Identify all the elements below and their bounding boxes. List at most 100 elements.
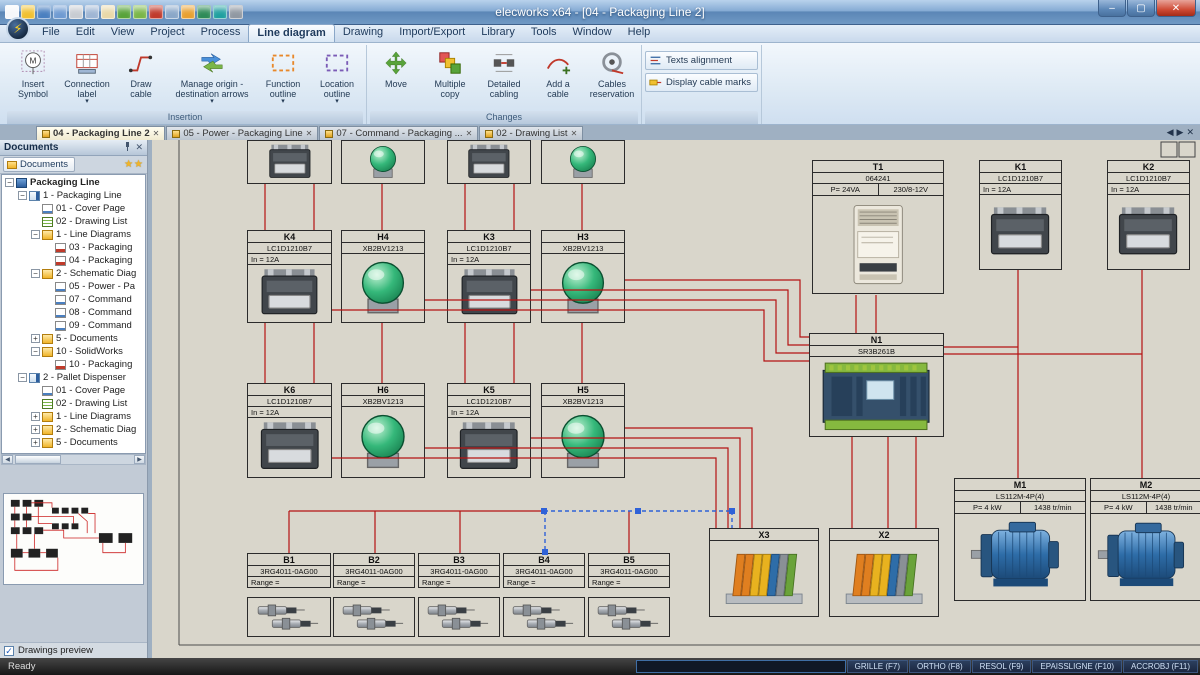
- menu-tab-file[interactable]: File: [34, 24, 68, 42]
- document-tab-04-packaging-line-2[interactable]: 04 - Packaging Line 2✕: [36, 126, 165, 140]
- status-toggle-resol-f9[interactable]: RESOL (F9): [972, 660, 1032, 673]
- ribbon-button-cables-reservation[interactable]: Cables reservation: [586, 45, 638, 110]
- document-tab-05-power-packaging-line[interactable]: 05 - Power - Packaging Line✕: [166, 126, 318, 140]
- collapse-icon[interactable]: −: [31, 269, 40, 278]
- collapse-icon[interactable]: −: [18, 191, 27, 200]
- document-tab-02-drawing-list[interactable]: 02 - Drawing List✕: [479, 126, 583, 140]
- title-bar[interactable]: elecworks x64 - [04 - Packaging Line 2] …: [0, 0, 1200, 25]
- collapse-icon[interactable]: −: [31, 347, 40, 356]
- ribbon-button-texts-alignment[interactable]: Texts alignment: [645, 51, 758, 70]
- drawings-preview-toggle[interactable]: ✓ Drawings preview: [0, 642, 147, 658]
- tree-horizontal-scrollbar[interactable]: ◀ ▶: [1, 454, 146, 465]
- pin-icon[interactable]: [124, 142, 131, 151]
- close-all-tabs-icon[interactable]: ✕: [1186, 127, 1194, 138]
- status-toggle-epaissligne-f10[interactable]: EPAISSLIGNE (F10): [1032, 660, 1122, 673]
- run-icon[interactable]: [197, 5, 211, 19]
- print-preview-icon[interactable]: [85, 5, 99, 19]
- menu-tab-help[interactable]: Help: [620, 24, 659, 42]
- ribbon-button-draw-cable[interactable]: Draw cable: [115, 45, 167, 110]
- tree-item-1-line-diagrams[interactable]: −1 - Line Diagrams: [2, 228, 145, 241]
- menu-tab-process[interactable]: Process: [193, 24, 249, 42]
- tree-item-02-drawing-list[interactable]: 02 - Drawing List: [2, 397, 145, 410]
- tree-item-07-command[interactable]: 07 - Command: [2, 293, 145, 306]
- tree-item-5-documents[interactable]: +5 - Documents: [2, 332, 145, 345]
- tree-item-03-packaging[interactable]: 03 - Packaging: [2, 241, 145, 254]
- menu-tab-project[interactable]: Project: [142, 24, 192, 42]
- tree-item-packaging-line[interactable]: −Packaging Line: [2, 176, 145, 189]
- close-tab-icon[interactable]: ✕: [466, 129, 473, 138]
- refresh-icon[interactable]: [213, 5, 227, 19]
- cut-icon[interactable]: [149, 5, 163, 19]
- tree-item-05-power-pa[interactable]: 05 - Power - Pa: [2, 280, 145, 293]
- expand-icon[interactable]: +: [31, 438, 40, 447]
- collapse-icon[interactable]: −: [18, 373, 27, 382]
- close-button[interactable]: ✕: [1156, 0, 1196, 17]
- ribbon-button-move[interactable]: Move: [370, 45, 422, 110]
- tree-item-2-pallet-dispenser[interactable]: −2 - Pallet Dispenser: [2, 371, 145, 384]
- paste-icon[interactable]: [181, 5, 195, 19]
- close-tab-icon[interactable]: ✕: [571, 129, 578, 138]
- settings-icon[interactable]: [229, 5, 243, 19]
- copy-icon[interactable]: [165, 5, 179, 19]
- tree-item-1-line-diagrams[interactable]: +1 - Line Diagrams: [2, 410, 145, 423]
- panel-close-icon[interactable]: ✕: [135, 142, 143, 153]
- menu-tab-library[interactable]: Library: [473, 24, 523, 42]
- ribbon-button-connection-label[interactable]: Connection label▾: [61, 45, 113, 110]
- expand-icon[interactable]: +: [31, 425, 40, 434]
- tree-item-5-documents[interactable]: +5 - Documents: [2, 436, 145, 449]
- ribbon-button-insert-symbol[interactable]: MInsert Symbol: [7, 45, 59, 110]
- close-tab-icon[interactable]: ✕: [153, 129, 160, 138]
- close-tab-icon[interactable]: ✕: [306, 129, 313, 138]
- maximize-button[interactable]: ▢: [1127, 0, 1155, 17]
- print-icon[interactable]: [69, 5, 83, 19]
- ribbon-button-add-a-cable[interactable]: Add a cable: [532, 45, 584, 110]
- tree-item-1-packaging-line[interactable]: −1 - Packaging Line: [2, 189, 145, 202]
- minimize-button[interactable]: –: [1098, 0, 1126, 17]
- tree-item-2-schematic-diag[interactable]: −2 - Schematic Diag: [2, 267, 145, 280]
- tree-item-10-packaging[interactable]: 10 - Packaging: [2, 358, 145, 371]
- ribbon-button-manage-origin-destination-arrows[interactable]: Manage origin - destination arrows▾: [169, 45, 255, 110]
- tree-item-02-drawing-list[interactable]: 02 - Drawing List: [2, 215, 145, 228]
- wiring-layer[interactable]: [152, 140, 1200, 658]
- tree-item-01-cover-page[interactable]: 01 - Cover Page: [2, 202, 145, 215]
- scroll-right-icon[interactable]: ▶: [134, 455, 145, 464]
- mail-icon[interactable]: [101, 5, 115, 19]
- menu-tab-drawing[interactable]: Drawing: [335, 24, 391, 42]
- tree-item-08-command[interactable]: 08 - Command: [2, 306, 145, 319]
- save-all-icon[interactable]: [53, 5, 67, 19]
- scrollbar-thumb[interactable]: [15, 455, 61, 464]
- scroll-left-icon[interactable]: ◀: [2, 455, 13, 464]
- menu-tab-tools[interactable]: Tools: [523, 24, 565, 42]
- save-icon[interactable]: [37, 5, 51, 19]
- collapse-icon[interactable]: −: [31, 230, 40, 239]
- menu-tab-import-export[interactable]: Import/Export: [391, 24, 473, 42]
- collapse-icon[interactable]: −: [5, 178, 14, 187]
- tree-item-04-packaging[interactable]: 04 - Packaging: [2, 254, 145, 267]
- tree-item-10-solidworks[interactable]: −10 - SolidWorks: [2, 345, 145, 358]
- tab-scroll-icon[interactable]: ▶: [1177, 127, 1184, 138]
- ribbon-button-location-outline[interactable]: Location outline▾: [311, 45, 363, 110]
- expand-icon[interactable]: +: [31, 334, 40, 343]
- menu-tab-window[interactable]: Window: [565, 24, 620, 42]
- status-toggle-grille-f7[interactable]: GRILLE (F7): [847, 660, 908, 673]
- status-toggle-accrobj-f11[interactable]: ACCROBJ (F11): [1123, 660, 1198, 673]
- tab-scroll-icon[interactable]: ◀: [1167, 127, 1174, 138]
- redo-icon[interactable]: [133, 5, 147, 19]
- drawing-canvas[interactable]: K4LC1D1210B7In = 12AH4XB2BV1213K3LC1D121…: [152, 140, 1200, 658]
- checkbox-checked-icon[interactable]: ✓: [4, 646, 14, 656]
- ribbon-button-function-outline[interactable]: Function outline▾: [257, 45, 309, 110]
- drawings-preview-thumbnail[interactable]: [3, 493, 144, 585]
- menu-tab-view[interactable]: View: [103, 24, 143, 42]
- ribbon-button-multiple-copy[interactable]: Multiple copy: [424, 45, 476, 110]
- open-icon[interactable]: [21, 5, 35, 19]
- favorites-star-icons[interactable]: ★★: [124, 159, 144, 170]
- ribbon-button-detailed-cabling[interactable]: Detailed cabling: [478, 45, 530, 110]
- tree-item-2-schematic-diag[interactable]: +2 - Schematic Diag: [2, 423, 145, 436]
- ribbon-button-display-cable-marks[interactable]: Display cable marks: [645, 73, 758, 92]
- document-tab-07-command-packaging[interactable]: 07 - Command - Packaging ...✕: [319, 126, 478, 140]
- menu-tab-edit[interactable]: Edit: [68, 24, 103, 42]
- app-logo-icon[interactable]: ⚡: [6, 17, 30, 41]
- status-toggle-ortho-f8[interactable]: ORTHO (F8): [909, 660, 971, 673]
- tree-item-09-command[interactable]: 09 - Command: [2, 319, 145, 332]
- expand-icon[interactable]: +: [31, 412, 40, 421]
